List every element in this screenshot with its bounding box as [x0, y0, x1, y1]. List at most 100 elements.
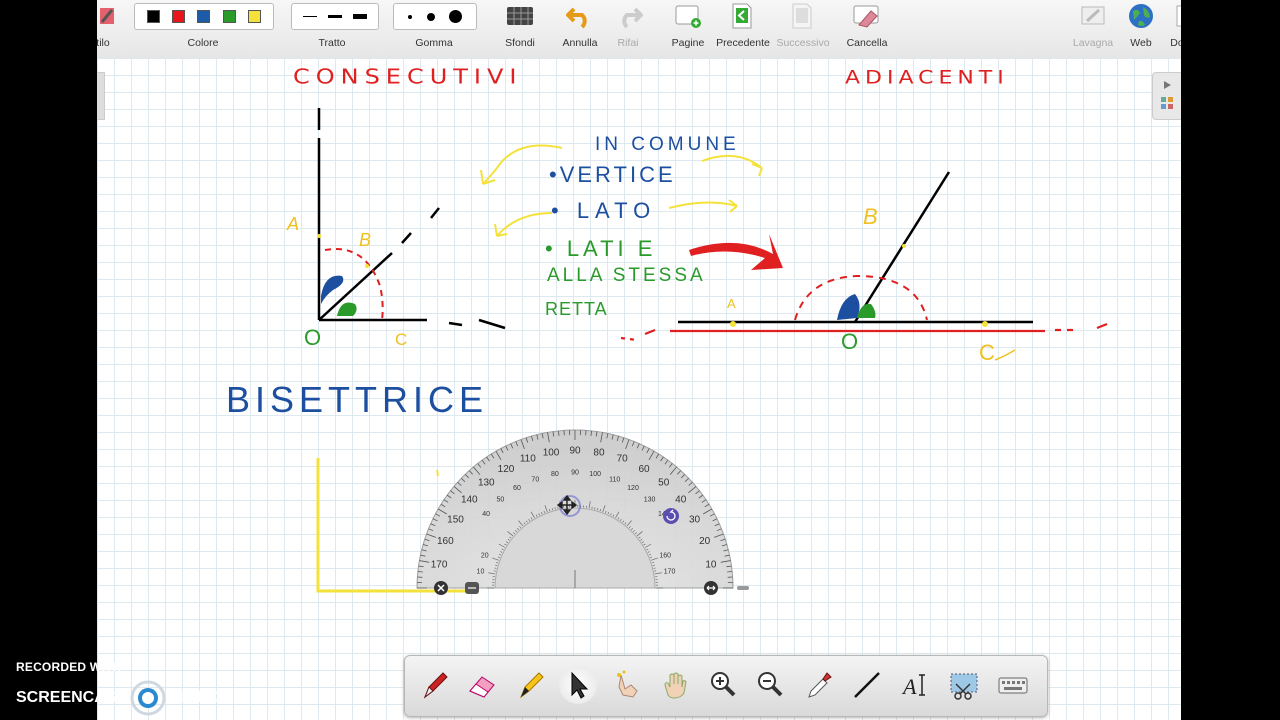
- clear-button[interactable]: [849, 2, 883, 30]
- protractor-outer-label: 30: [689, 514, 701, 525]
- color-black-swatch[interactable]: [147, 10, 161, 23]
- pages-button[interactable]: [671, 2, 705, 30]
- zoom-out-icon: [758, 672, 783, 697]
- eyedropper-icon: [808, 672, 832, 698]
- color-yellow-swatch[interactable]: [247, 10, 261, 23]
- flip-protractor-button[interactable]: [465, 582, 479, 594]
- label-c-left: C: [395, 330, 407, 349]
- eraser-label: Gomma: [415, 37, 453, 49]
- magic-hand-icon: [617, 670, 638, 698]
- clear-label: Cancella: [846, 37, 888, 49]
- eraser-medium-option[interactable]: [426, 12, 435, 21]
- text-icon: A: [901, 674, 925, 699]
- style-label: tilo: [97, 37, 110, 49]
- pointer-tool-button[interactable]: [559, 666, 597, 704]
- previous-page-icon: [732, 3, 752, 29]
- tool-dock: A: [404, 655, 1048, 717]
- pen-tool-button[interactable]: [416, 666, 454, 704]
- watermark-screencast-text: SCREENCAST: [16, 689, 127, 706]
- board-icon: [1081, 6, 1105, 25]
- hand-tool-button[interactable]: [656, 666, 694, 704]
- resize-protractor-button[interactable]: [704, 581, 718, 595]
- protractor-outer-label: 100: [543, 447, 560, 458]
- screencast-watermark: RECORDED WITH SCREENCAST MATIC: [16, 660, 220, 716]
- zoom-out-tool-button[interactable]: [751, 666, 789, 704]
- color-blue-swatch[interactable]: [197, 10, 211, 23]
- previous-page-button[interactable]: [727, 2, 757, 30]
- protractor-tick: [417, 571, 423, 573]
- web-button[interactable]: [1125, 2, 1157, 30]
- label-c-right: C: [979, 340, 995, 365]
- protractor-outer-label: 170: [431, 559, 448, 570]
- eraser-tool-button[interactable]: [463, 666, 501, 704]
- protractor-outer-label: 50: [658, 478, 670, 489]
- protractor-outer-label: 120: [498, 464, 515, 475]
- protractor-tool[interactable]: 1020304050607080901001101201301401501601…: [415, 422, 775, 602]
- protractor-mid-label: 100: [589, 471, 601, 478]
- protractor-outer-label: 140: [461, 495, 478, 506]
- backgrounds-button[interactable]: [502, 2, 538, 30]
- next-page-button[interactable]: [787, 2, 817, 30]
- stroke-medium-option[interactable]: [328, 15, 342, 18]
- drawing-canvas[interactable]: CONSECUTIVI ADIACENTI A B O C IN COMUNE …: [97, 58, 1181, 720]
- magic-pointer-tool-button[interactable]: [608, 666, 646, 704]
- redo-label: Rifai: [617, 37, 639, 49]
- undo-button[interactable]: [563, 2, 597, 30]
- protractor-mid-label: 110: [609, 476, 620, 483]
- in-comune-text: IN COMUNE: [595, 134, 740, 155]
- zoom-in-tool-button[interactable]: [704, 666, 742, 704]
- line-tool-button[interactable]: [848, 666, 886, 704]
- screencast-logo-icon: [130, 680, 166, 716]
- board-label: Lavagna: [1072, 37, 1114, 49]
- documents-button[interactable]: [1175, 2, 1181, 30]
- undo-label: Annulla: [562, 37, 598, 49]
- screen-capture-tool-button[interactable]: [945, 666, 983, 704]
- protractor-mid-label: 130: [644, 496, 656, 503]
- label-a-left: A: [286, 214, 299, 234]
- svg-text:A: A: [901, 674, 917, 699]
- protractor-inner-label: 20: [481, 552, 489, 559]
- style-icon: [100, 8, 114, 24]
- watermark-recorded-text: RECORDED WITH: [16, 660, 122, 674]
- rotate-protractor-button[interactable]: [663, 508, 679, 524]
- keyboard-tool-button[interactable]: [994, 666, 1032, 704]
- protractor-outer-label: 10: [705, 559, 717, 570]
- backgrounds-icon: [507, 7, 533, 25]
- style-button[interactable]: [97, 2, 119, 30]
- highlighter-tool-button[interactable]: [512, 666, 550, 704]
- eyedropper-tool-button[interactable]: [800, 666, 838, 704]
- text-tool-button[interactable]: A: [897, 666, 935, 704]
- protractor-outer-label: 60: [638, 464, 650, 475]
- protractor-outer-label: 90: [569, 445, 581, 456]
- protractor-outer-label: 40: [675, 495, 687, 506]
- redo-button[interactable]: [612, 2, 646, 30]
- web-label: Web: [1130, 37, 1152, 49]
- hand-icon: [664, 672, 687, 699]
- color-red-swatch[interactable]: [172, 10, 186, 23]
- pages-label: Pagine: [671, 37, 705, 49]
- add-page-icon: [675, 5, 701, 28]
- stroke-thin-option[interactable]: [303, 16, 317, 17]
- eraser-large-option[interactable]: [448, 10, 462, 23]
- watermark-matic-text: MATIC: [170, 689, 220, 706]
- protractor-outer-label: 110: [520, 454, 536, 465]
- title-adiacenti: ADIACENTI: [845, 66, 1009, 88]
- bisettrice-heading: BISETTRICE: [226, 379, 488, 420]
- undo-icon: [566, 7, 587, 29]
- eraser-icon: [469, 676, 495, 698]
- color-green-swatch[interactable]: [222, 10, 236, 23]
- eraser-small-option[interactable]: [408, 14, 413, 19]
- label-b-right: B: [863, 204, 878, 229]
- board-button[interactable]: [1077, 2, 1109, 30]
- vertice-text: •VERTICE: [549, 162, 676, 187]
- stroke-picker: [291, 3, 379, 30]
- protractor-base-handle[interactable]: [737, 586, 749, 590]
- protractor-inner-label: 170: [664, 569, 676, 576]
- stroke-thick-option[interactable]: [353, 14, 367, 19]
- close-protractor-button[interactable]: [434, 581, 448, 595]
- protractor-mid-label: 40: [482, 511, 490, 518]
- protractor-mid-label: 120: [627, 485, 639, 492]
- redo-icon: [622, 7, 643, 29]
- protractor-mid-label: 90: [571, 469, 579, 476]
- cursor-arrow-icon: [571, 671, 589, 699]
